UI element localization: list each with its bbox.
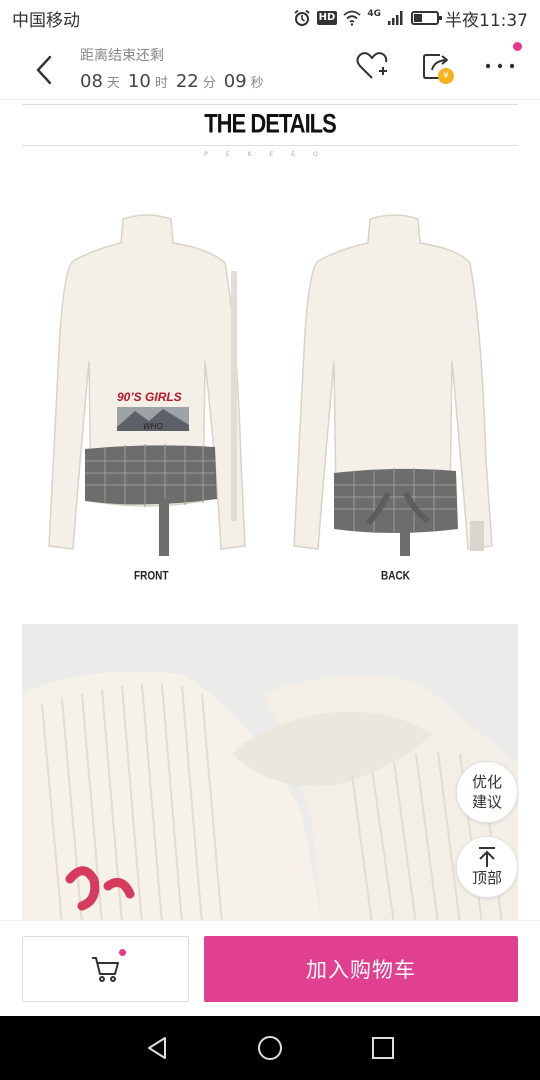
- details-subtitle: PEKEEO: [204, 151, 336, 158]
- closeup-image: [22, 624, 518, 920]
- front-sweater-image: 90’S GIRLS WHO: [48, 214, 246, 556]
- cart-badge-dot: [119, 949, 126, 956]
- wifi-icon: [343, 10, 361, 26]
- countdown-minutes: 22: [175, 71, 199, 92]
- shopping-cart-icon: [91, 957, 119, 982]
- countdown-values: 08 天 10 时 22 分 09 秒: [80, 71, 268, 92]
- front-caption: FRONT: [134, 569, 169, 584]
- more-icon: [485, 63, 515, 69]
- product-detail-content[interactable]: THE DETAILS PEKEEO 90’S GIRLS WHO FRONT …: [0, 101, 540, 920]
- favorite-button[interactable]: [356, 50, 388, 82]
- countdown-timer: 距离结束还剩 08 天 10 时 22 分 09 秒: [80, 45, 268, 92]
- alarm-icon: [294, 9, 310, 26]
- arrow-up-icon: [479, 847, 495, 867]
- nav-home-button[interactable]: [250, 1028, 290, 1068]
- nav-recents-icon: [372, 1037, 395, 1059]
- countdown-days: 08: [80, 71, 103, 92]
- front-print-title: 90’S GIRLS: [117, 390, 182, 404]
- coin-icon: ¥: [438, 68, 454, 84]
- cart-button[interactable]: [22, 936, 189, 1002]
- back-sweater-image: [293, 214, 493, 556]
- system-nav-bar: [0, 1016, 540, 1080]
- countdown-hours-unit: 时: [154, 76, 168, 91]
- nav-recents-button[interactable]: [363, 1028, 403, 1068]
- suggestion-line-2: 建议: [471, 793, 502, 811]
- header: 距离结束还剩 08 天 10 时 22 分 09 秒 ¥: [0, 36, 540, 100]
- back-button[interactable]: [26, 52, 62, 88]
- clock: 半夜11:37: [445, 10, 528, 31]
- header-actions: ¥: [356, 42, 522, 84]
- battery-icon: [411, 11, 442, 25]
- share-button[interactable]: ¥: [420, 50, 454, 84]
- status-icons: HD 4G 半夜11:37: [293, 6, 528, 31]
- nav-back-button[interactable]: [137, 1028, 177, 1068]
- notification-dot: [513, 42, 522, 51]
- network-type: 4G: [367, 9, 381, 19]
- back-to-top-button[interactable]: 顶部: [456, 836, 518, 898]
- details-header: THE DETAILS: [22, 104, 518, 146]
- suggestion-line-1: 优化: [471, 773, 502, 791]
- status-bar: 中国移动 HD 4G 半夜11:37: [0, 0, 540, 36]
- back-arrow-icon: [36, 55, 52, 85]
- more-button[interactable]: [484, 42, 522, 82]
- back-caption: BACK: [381, 569, 410, 584]
- countdown-seconds: 09: [223, 71, 247, 92]
- nav-home-icon: [257, 1036, 282, 1060]
- back-to-top-label: 顶部: [471, 869, 502, 887]
- countdown-label: 距离结束还剩: [80, 48, 164, 64]
- add-to-cart-button[interactable]: 加入购物车: [204, 936, 518, 1002]
- countdown-seconds-unit: 秒: [250, 76, 264, 91]
- details-title: THE DETAILS: [204, 108, 337, 139]
- front-print-sub: WHO: [143, 422, 163, 431]
- suggestion-button[interactable]: 优化 建议: [456, 761, 518, 823]
- favorite-heart-icon: [356, 52, 388, 79]
- countdown-hours: 10: [127, 71, 151, 92]
- closeup-graphic: [22, 624, 518, 920]
- countdown-days-unit: 天: [106, 76, 120, 91]
- product-detail-page: 中国移动 HD 4G 半夜11:37 距离结束还剩 08 天 10 时 22 分…: [0, 0, 540, 1080]
- hd-icon: HD: [316, 11, 338, 25]
- signal-icon: [388, 11, 403, 25]
- carrier-label: 中国移动: [12, 10, 80, 31]
- bottom-action-bar: 加入购物车: [0, 920, 540, 1016]
- nav-back-icon: [147, 1037, 166, 1059]
- countdown-minutes-unit: 分: [202, 76, 216, 91]
